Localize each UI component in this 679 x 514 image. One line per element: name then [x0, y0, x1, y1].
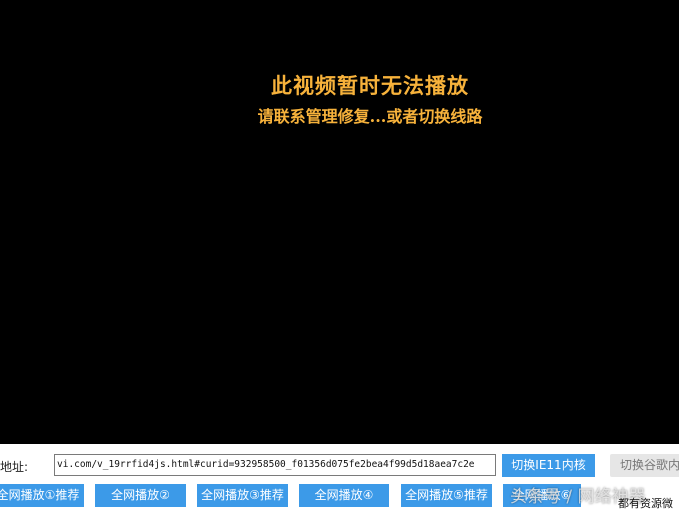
play-line-2-button[interactable]: 全网播放②	[95, 484, 186, 507]
video-player[interactable]: 此视频暂时无法播放 请联系管理修复...或者切换线路	[0, 0, 679, 444]
play-line-1-button[interactable]: 全网播放①推荐	[0, 484, 84, 507]
address-label: 放地址:	[0, 460, 29, 474]
video-player-page: 此视频暂时无法播放 请联系管理修复...或者切换线路 放地址: vi.com/v…	[0, 0, 679, 514]
play-line-4-button[interactable]: 全网播放④	[299, 484, 389, 507]
play-line-3-button[interactable]: 全网播放③推荐	[197, 484, 288, 507]
address-row: 放地址: vi.com/v_19rrfid4js.html#curid=9329…	[0, 454, 679, 478]
switch-ie11-button[interactable]: 切换IE11内核	[502, 454, 595, 477]
error-title: 此视频暂时无法播放	[271, 73, 469, 98]
error-subtitle: 请联系管理修复...或者切换线路	[257, 107, 483, 126]
switch-chrome-button[interactable]: 切换谷歌内	[610, 454, 679, 477]
corner-text: 都有资源微	[618, 497, 673, 510]
address-input[interactable]: vi.com/v_19rrfid4js.html#curid=932958500…	[54, 454, 496, 476]
play-line-5-button[interactable]: 全网播放⑤推荐	[401, 484, 492, 507]
